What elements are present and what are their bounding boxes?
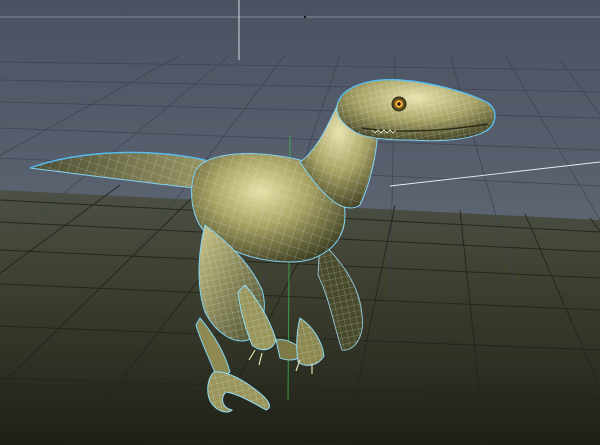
pivot-dot-icon: [303, 15, 307, 19]
raptor-pupil: [397, 102, 401, 106]
viewport-canvas[interactable]: [0, 0, 600, 445]
3d-viewport[interactable]: [0, 0, 600, 445]
